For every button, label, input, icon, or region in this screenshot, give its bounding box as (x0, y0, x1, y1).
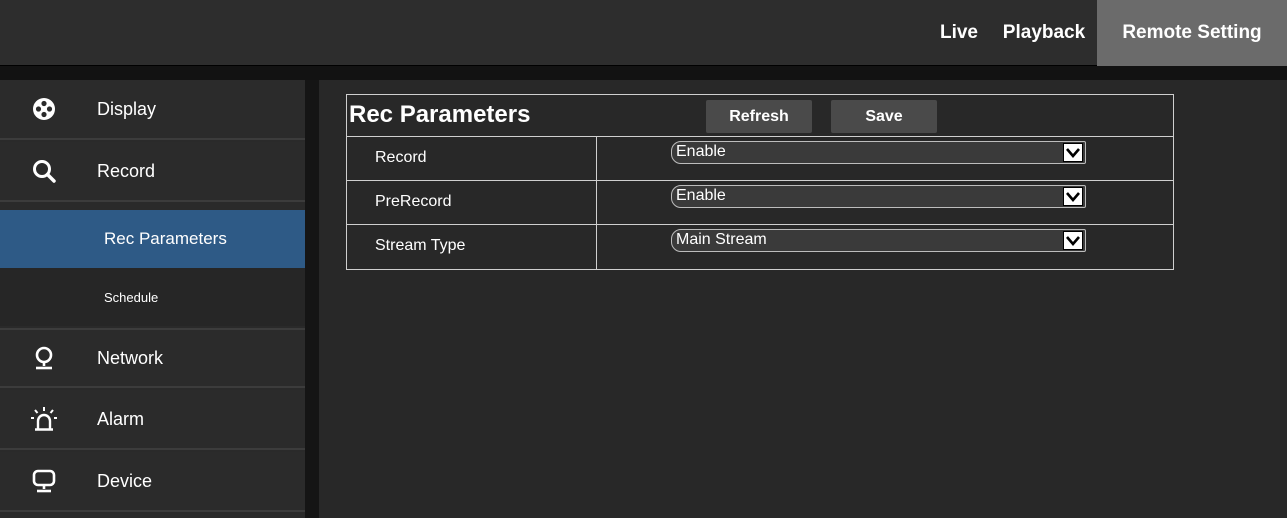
sidebar-item-record[interactable]: Record (0, 142, 305, 202)
stream-type-select-value: Main Stream (676, 231, 767, 248)
column-divider (596, 137, 597, 180)
sidebar-item-alarm[interactable]: Alarm (0, 390, 305, 450)
tab-remote-setting[interactable]: Remote Setting (1097, 0, 1287, 66)
tab-live[interactable]: Live (921, 0, 997, 66)
main-panel: Rec Parameters Refresh Save Record Enabl… (319, 80, 1287, 518)
sidebar-item-label: Alarm (97, 408, 145, 429)
save-button[interactable]: Save (831, 100, 937, 133)
sidebar-subitem-schedule[interactable]: Schedule (0, 268, 305, 326)
sidebar-item-label: Display (97, 98, 157, 119)
chevron-down-icon[interactable] (1063, 231, 1083, 250)
prerecord-label: PreRecord (375, 193, 452, 210)
chevron-down-icon[interactable] (1063, 143, 1083, 162)
alarm-icon (29, 404, 59, 434)
page-title: Rec Parameters (349, 101, 531, 128)
prerecord-select-value: Enable (676, 187, 726, 204)
sidebar-subitem-label: Rec Parameters (104, 229, 227, 248)
top-nav: Live Playback Remote Setting (921, 0, 1287, 66)
table-header: Rec Parameters Refresh Save (347, 95, 1173, 137)
sidebar-item-network[interactable]: Network (0, 328, 305, 388)
header-separator (0, 66, 1287, 80)
table-row: Record Enable (347, 137, 1173, 181)
prerecord-select[interactable]: Enable (671, 185, 1086, 208)
sidebar-item-label: Device (97, 470, 153, 491)
sidebar: Display Record Rec Parameters Schedule N… (0, 80, 305, 518)
sidebar-item-device[interactable]: Device (0, 452, 305, 512)
sidebar-item-label: Network (97, 347, 164, 368)
column-divider (596, 225, 597, 269)
sidebar-subitem-label: Schedule (104, 289, 159, 305)
column-divider (596, 181, 597, 224)
stream-type-select[interactable]: Main Stream (671, 229, 1086, 252)
rec-parameters-table: Rec Parameters Refresh Save Record Enabl… (346, 94, 1174, 270)
record-select[interactable]: Enable (671, 141, 1086, 164)
sidebar-item-display[interactable]: Display (0, 80, 305, 140)
display-icon (29, 94, 59, 124)
table-row: Stream Type Main Stream (347, 225, 1173, 269)
chevron-down-icon[interactable] (1063, 187, 1083, 206)
top-bar: Live Playback Remote Setting (0, 0, 1287, 66)
record-label: Record (375, 149, 427, 166)
network-icon (29, 343, 59, 373)
sidebar-divider (305, 80, 319, 518)
sidebar-subitem-rec-parameters[interactable]: Rec Parameters (0, 210, 305, 268)
device-icon (29, 466, 59, 496)
stream-type-label: Stream Type (375, 237, 466, 254)
record-select-value: Enable (676, 143, 726, 160)
sidebar-item-label: Record (97, 160, 156, 181)
table-row: PreRecord Enable (347, 181, 1173, 225)
refresh-button[interactable]: Refresh (706, 100, 812, 133)
tab-playback[interactable]: Playback (997, 0, 1091, 66)
search-icon (29, 156, 59, 186)
